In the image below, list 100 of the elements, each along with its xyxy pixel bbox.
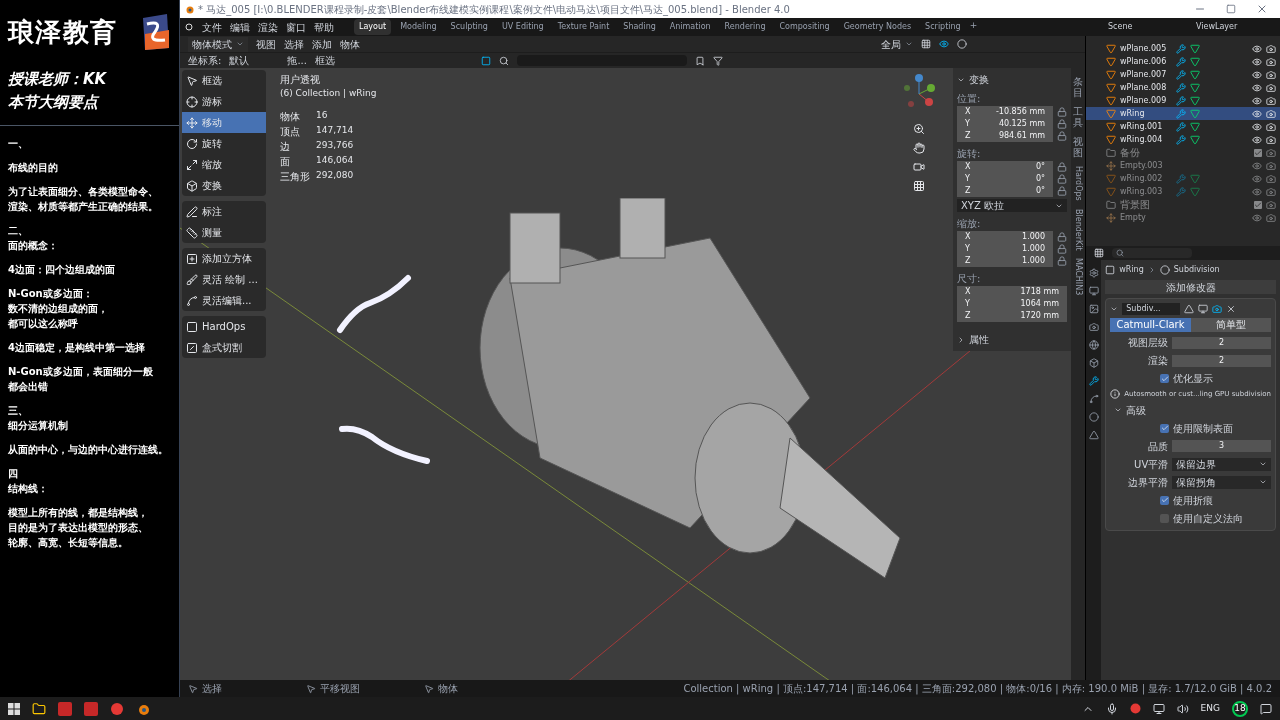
checkbox[interactable]	[1160, 374, 1170, 383]
outliner-row[interactable]: wRing.001	[1086, 120, 1280, 133]
header-menu[interactable]: 视图	[256, 36, 276, 52]
number-field[interactable]: X 0°	[957, 161, 1053, 173]
zoom-icon[interactable]	[913, 123, 925, 135]
folder-icon[interactable]	[32, 701, 46, 716]
menu-item[interactable]: 帮助	[314, 19, 334, 35]
number-field[interactable]: 2	[1172, 336, 1271, 349]
tool-button[interactable]: HardOps	[182, 316, 266, 337]
properties-tab-icon[interactable]	[1088, 322, 1099, 332]
workspace-tab[interactable]: Scripting	[920, 19, 966, 35]
lock-icon[interactable]	[1057, 244, 1067, 254]
tool-button[interactable]: 框选	[182, 70, 266, 91]
properties-tab-icon[interactable]	[1088, 430, 1099, 440]
lock-icon[interactable]	[1057, 174, 1067, 184]
header-menu[interactable]: 物体	[340, 36, 360, 52]
hand-icon[interactable]	[913, 142, 925, 154]
eye-icon[interactable]	[1252, 121, 1262, 132]
workspace-tab[interactable]: Geometry Nodes	[838, 19, 917, 35]
number-field[interactable]: Z 984.61 mm	[957, 130, 1053, 142]
sidebar-tab[interactable]: 视图	[1073, 136, 1083, 158]
number-field[interactable]: X 1718 mm	[957, 286, 1067, 298]
workspace-tab[interactable]: Rendering	[719, 19, 771, 35]
properties-tab-icon[interactable]	[1088, 376, 1099, 386]
tool-button[interactable]: 移动	[182, 112, 266, 133]
properties-tab-icon[interactable]	[1088, 304, 1099, 314]
lock-icon[interactable]	[1057, 256, 1067, 266]
tool-button[interactable]: 缩放	[182, 154, 266, 175]
lock-icon[interactable]	[1057, 232, 1067, 242]
number-field[interactable]: Y 0°	[957, 173, 1053, 185]
add-modifier-button[interactable]: 添加修改器	[1105, 280, 1276, 294]
mode-dropdown[interactable]: 物体模式	[188, 36, 248, 52]
tool-button[interactable]: 测量	[182, 222, 266, 243]
orientation-dropdown[interactable]: 默认	[229, 53, 280, 68]
editor-type-icon[interactable]	[1094, 248, 1104, 258]
properties-tab-icon[interactable]	[1088, 268, 1099, 278]
notification-badge[interactable]: 18	[1232, 700, 1248, 717]
grid-icon[interactable]	[913, 180, 925, 192]
tool-button[interactable]: 标注	[182, 201, 266, 222]
workspace-tab[interactable]: Modeling	[395, 19, 442, 35]
language-indicator[interactable]: ENG	[1200, 701, 1220, 716]
lock-icon[interactable]	[1057, 186, 1067, 196]
number-field[interactable]: X 1.000	[957, 231, 1053, 243]
sidebar-tab[interactable]: 条目	[1073, 76, 1083, 98]
dropdown[interactable]: 保留拐角	[1172, 475, 1271, 489]
outliner-row[interactable]: wPlane.006	[1086, 55, 1280, 68]
type-tab[interactable]: Catmull-Clark	[1110, 318, 1191, 332]
windows-logo-icon[interactable]	[8, 702, 20, 715]
menu-item[interactable]: 文件	[202, 19, 222, 35]
lock-icon[interactable]	[1057, 119, 1067, 129]
outliner-row[interactable]: wPlane.009	[1086, 94, 1280, 107]
eye-icon[interactable]	[1252, 108, 1262, 119]
panel-title[interactable]: 属性	[969, 332, 989, 347]
close-icon[interactable]	[1226, 304, 1237, 314]
number-field[interactable]: Y 1.000	[957, 243, 1053, 255]
number-field[interactable]: X -10.856 mm	[957, 106, 1053, 118]
rotation-mode-dropdown[interactable]: XYZ 欧拉	[957, 199, 1067, 212]
number-field[interactable]: Y 1064 mm	[957, 298, 1067, 310]
properties-tab-icon[interactable]	[1088, 394, 1099, 404]
number-field[interactable]: Z 1720 mm	[957, 310, 1067, 322]
number-field[interactable]: 3	[1172, 440, 1271, 452]
checkbox[interactable]	[1160, 513, 1170, 523]
eye-icon[interactable]	[1252, 43, 1262, 54]
view-layer-field[interactable]: ViewLayer	[1196, 21, 1276, 33]
eye-icon[interactable]	[1252, 56, 1262, 67]
workspace-tab[interactable]: UV Editing	[496, 19, 549, 35]
lock-icon[interactable]	[1057, 162, 1067, 172]
checkbox[interactable]	[1160, 495, 1170, 505]
number-field[interactable]: 2	[1172, 354, 1271, 367]
search-field[interactable]	[1112, 248, 1192, 258]
workspace-tab[interactable]: Layout	[354, 19, 392, 35]
eye-icon[interactable]	[1252, 82, 1262, 93]
workspace-tab[interactable]: Shading	[618, 19, 661, 35]
tool-button[interactable]: 添加立方体	[182, 248, 266, 269]
outliner-row[interactable]: wPlane.005	[1086, 42, 1280, 55]
modifier-name-field[interactable]: Subdiv...	[1122, 303, 1181, 315]
sidebar-tab[interactable]: HardOps	[1072, 166, 1084, 201]
edit-mode-icon[interactable]	[1184, 304, 1195, 314]
tool-button[interactable]: 旋转	[182, 133, 266, 154]
number-field[interactable]: Y 40.125 mm	[957, 118, 1053, 130]
outliner-row[interactable]: wRing	[1086, 107, 1280, 120]
app-icon[interactable]	[58, 701, 72, 716]
workspace-tab[interactable]: Compositing	[774, 19, 835, 35]
number-field[interactable]: Z 1.000	[957, 255, 1053, 267]
workspace-tab[interactable]: Sculpting	[445, 19, 493, 35]
app-icon[interactable]	[84, 701, 98, 716]
number-field[interactable]: Z 0°	[957, 185, 1053, 197]
pivot-dropdown[interactable]: 全局	[881, 36, 913, 52]
lock-icon[interactable]	[1057, 107, 1067, 117]
lock-icon[interactable]	[1057, 131, 1067, 141]
header-menu[interactable]: 添加	[312, 36, 332, 52]
properties-tab-icon[interactable]	[1088, 358, 1099, 368]
tool-button[interactable]: 游标	[182, 91, 266, 112]
sidebar-tab[interactable]: BlenderKit	[1072, 208, 1084, 251]
menu-item[interactable]: 渲染	[258, 19, 278, 35]
message-icon[interactable]	[1260, 702, 1272, 715]
tool-button[interactable]: 变换	[182, 175, 266, 196]
properties-tab-icon[interactable]	[1088, 286, 1099, 296]
add-workspace-button[interactable]: +	[969, 19, 978, 35]
sidebar-tab[interactable]: 工具	[1073, 106, 1083, 128]
